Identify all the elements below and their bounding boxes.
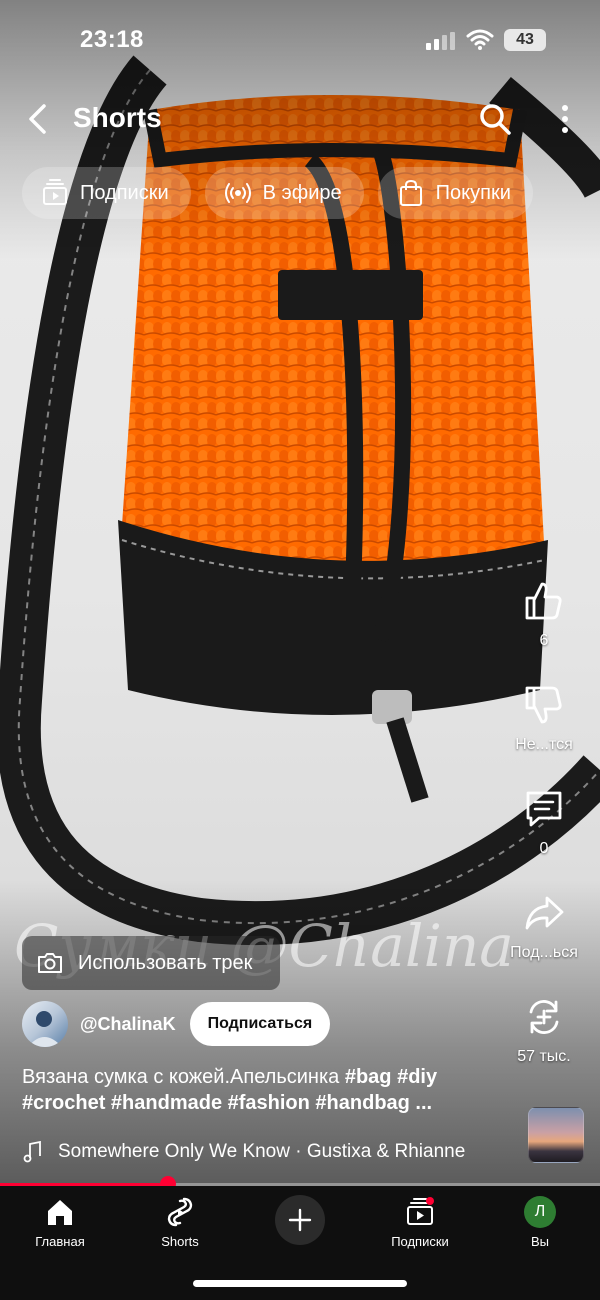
top-nav: Shorts: [0, 92, 600, 148]
more-options-icon[interactable]: [548, 102, 582, 136]
cellular-signal-icon: [426, 32, 455, 50]
description-text: Вязана сумка с кожей.Апельсинка: [22, 1066, 345, 1088]
home-icon: [48, 1200, 72, 1225]
music-note-icon: [23, 1141, 41, 1163]
use-track-label: Использовать трек: [78, 951, 253, 974]
subscriptions-icon: [43, 179, 67, 205]
back-arrow-icon[interactable]: [22, 102, 56, 136]
page-title: Shorts: [73, 102, 162, 133]
use-track-button[interactable]: Использовать трек: [22, 936, 280, 990]
hashtags-line2[interactable]: #crochet #handmade #fashion #handbag ...: [22, 1092, 432, 1114]
dislike-label: Не...тся: [515, 736, 573, 753]
comment-icon: [526, 791, 562, 827]
status-time: 23:18: [80, 26, 144, 53]
nav-home-label: Главная: [35, 1234, 85, 1249]
thumbs-up-icon: [525, 582, 562, 620]
subscriptions-icon: [407, 1197, 434, 1225]
nav-shorts-label: Shorts: [161, 1234, 199, 1249]
comments-button[interactable]: 0: [506, 788, 582, 858]
chip-subscriptions[interactable]: Подписки: [22, 167, 191, 219]
music-track: Somewhere Only We Know · Gustixa & Rhian…: [58, 1141, 466, 1162]
battery-indicator: 43: [504, 29, 546, 51]
live-icon: [224, 183, 251, 203]
subscribe-button[interactable]: Подписаться: [189, 1002, 331, 1046]
remix-button[interactable]: 57 тыс.: [506, 996, 582, 1066]
user-avatar: Л: [524, 1196, 556, 1228]
remix-label: 57 тыс.: [517, 1048, 571, 1065]
hashtags-line1[interactable]: #bag #diy: [345, 1066, 437, 1088]
chip-label: Подписки: [80, 181, 169, 204]
nav-you-label: Вы: [530, 1234, 549, 1249]
chip-label: В эфире: [262, 181, 342, 204]
chip-shopping[interactable]: Покупки: [377, 167, 533, 219]
comment-count: 0: [539, 840, 549, 857]
share-arrow-icon: [525, 896, 564, 930]
music-thumbnail[interactable]: [528, 1107, 584, 1163]
chip-live[interactable]: В эфире: [204, 167, 364, 219]
like-button[interactable]: 6: [506, 580, 582, 650]
shopping-bag-icon: [399, 179, 422, 206]
search-icon[interactable]: [478, 102, 512, 136]
music-row[interactable]: Somewhere Only We Know · Gustixa & Rhian…: [22, 1138, 465, 1166]
home-indicator: [193, 1280, 407, 1287]
remix-icon: [529, 1000, 559, 1034]
channel-avatar[interactable]: [22, 1001, 68, 1047]
nav-you[interactable]: Л Вы: [490, 1196, 590, 1249]
action-rail: 6 Не...тся 0 Под...ься 57 тыс.: [506, 580, 582, 1100]
chip-bar: Подписки В эфире Покупки: [22, 167, 600, 219]
nav-subscriptions-label: Подписки: [391, 1234, 449, 1249]
channel-row: @ChalinaK Подписаться: [22, 1001, 331, 1047]
avatar-photo: [28, 1011, 62, 1047]
share-button[interactable]: Под...ься: [506, 892, 582, 962]
thumbs-down-icon: [525, 686, 562, 724]
nav-home[interactable]: Главная: [10, 1196, 110, 1249]
shorts-icon: [167, 1197, 193, 1227]
create-button[interactable]: [275, 1195, 325, 1245]
plus-icon: [288, 1208, 312, 1232]
camera-icon: [38, 953, 62, 973]
status-bar: 23:18 43: [0, 0, 600, 80]
video-description[interactable]: Вязана сумка с кожей.Апельсинка #bag #di…: [22, 1064, 502, 1116]
chip-label: Покупки: [435, 181, 511, 204]
channel-handle[interactable]: @ChalinaK: [80, 1014, 176, 1035]
share-label: Под...ься: [510, 944, 578, 961]
nav-shorts[interactable]: Shorts: [130, 1196, 230, 1249]
nav-subscriptions[interactable]: Подписки: [370, 1196, 470, 1249]
dislike-button[interactable]: Не...тся: [506, 684, 582, 754]
wifi-icon: [466, 29, 494, 50]
like-count: 6: [539, 632, 549, 649]
